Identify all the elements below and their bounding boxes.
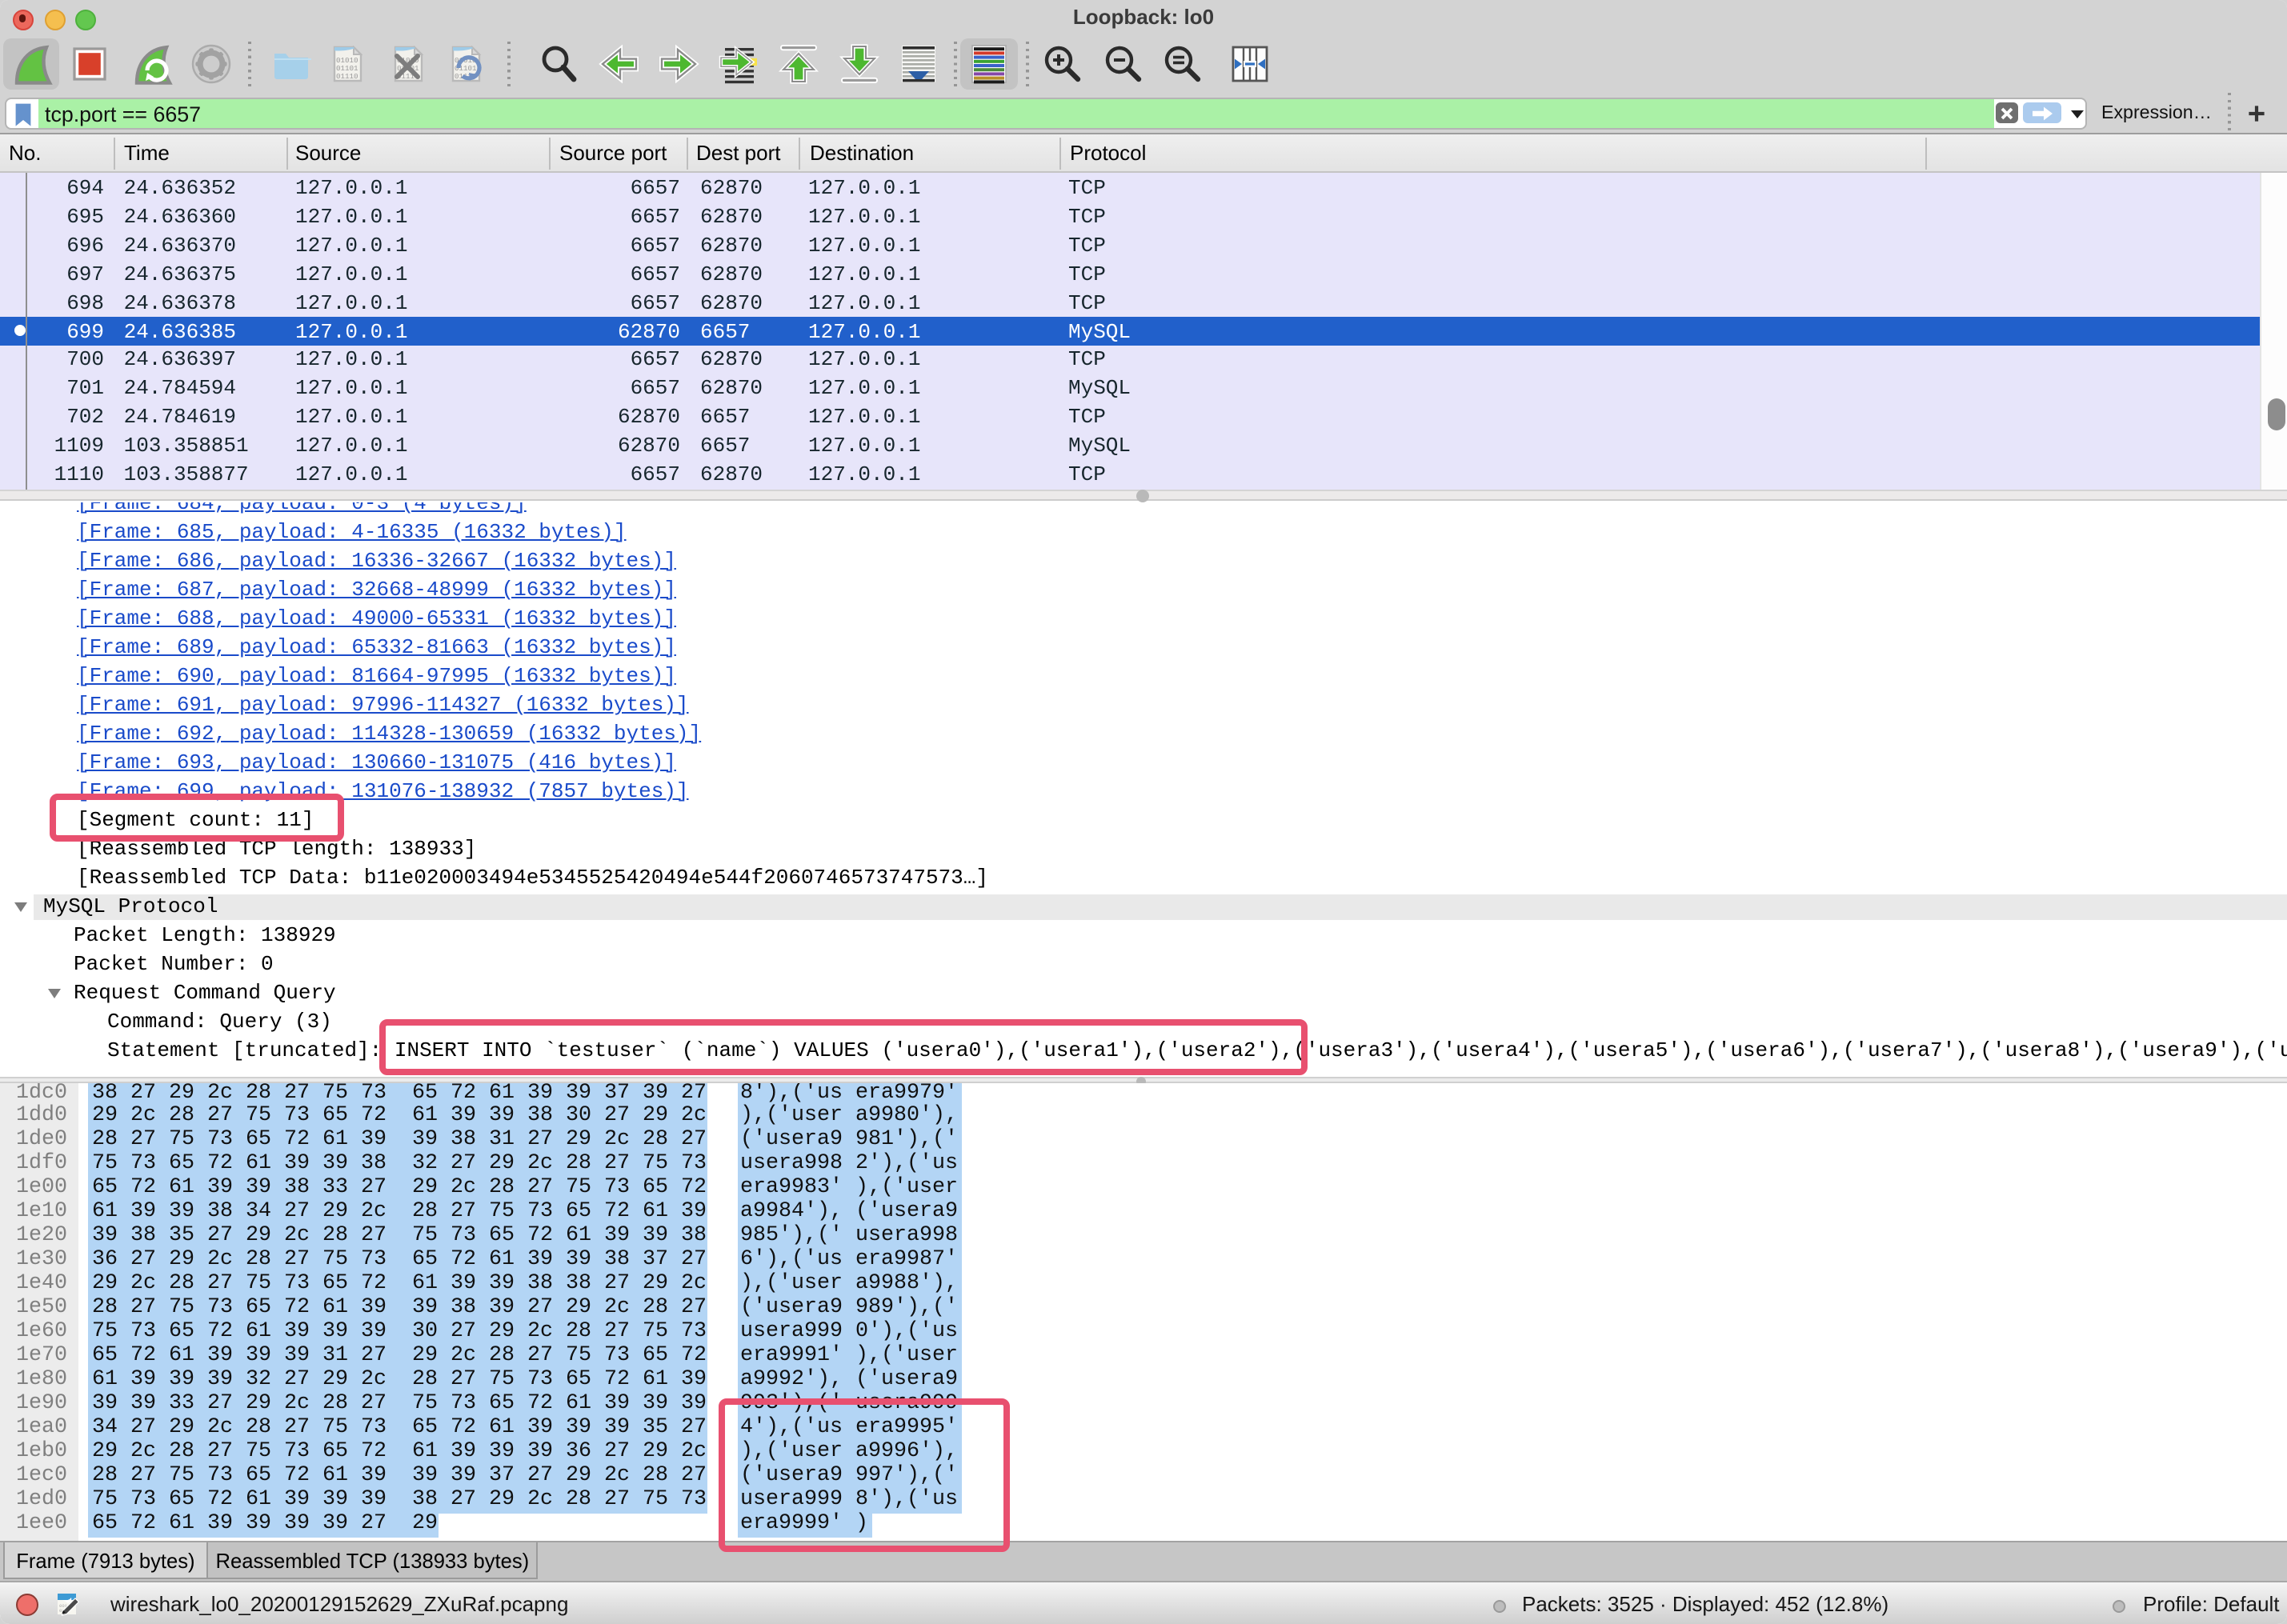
- svg-text:01110: 01110: [336, 72, 358, 81]
